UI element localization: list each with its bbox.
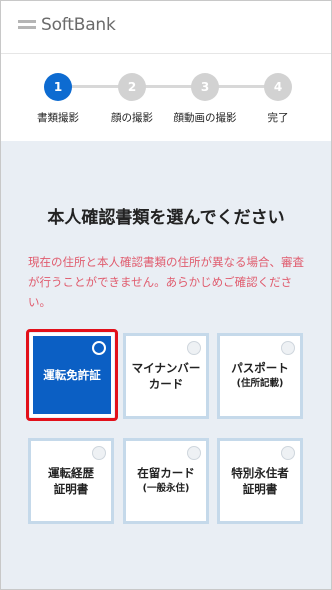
- step-3-circle: 3: [191, 73, 219, 101]
- step-connector: [71, 85, 289, 88]
- step-2-label: 顔の撮影: [111, 112, 153, 124]
- address-notice: 現在の住所と本人確認書類の住所が異なる場合、審査が行うことができません。あらかじ…: [28, 255, 304, 309]
- doc-card-residence-card[interactable]: 在留カード (一般永住): [123, 438, 209, 524]
- step-2-circle: 2: [118, 73, 146, 101]
- radio-icon: [187, 446, 201, 460]
- step-3-label: 顔動画の撮影: [173, 112, 237, 124]
- doc-card-label: 在留カード: [137, 466, 195, 480]
- radio-icon: [92, 446, 106, 460]
- doc-card-label: 運転免許証: [43, 368, 101, 382]
- doc-card-label: パスポート: [231, 361, 289, 375]
- softbank-logo-icon: [18, 19, 36, 31]
- doc-card-label: 運転経歴: [48, 466, 94, 480]
- doc-card-label: 特別永住者: [231, 466, 289, 480]
- radio-icon: [92, 341, 106, 355]
- radio-icon: [281, 341, 295, 355]
- doc-card-label: マイナンバー: [131, 361, 201, 375]
- doc-card-label-line2: 証明書: [53, 482, 89, 496]
- radio-icon: [187, 341, 201, 355]
- doc-card-drivers-license[interactable]: 運転免許証: [30, 333, 114, 417]
- app-frame: SoftBank 1 2 3 4 書類撮影 顔の撮影 顔動画の撮影 完了 本人確…: [0, 0, 332, 590]
- doc-card-my-number-card[interactable]: マイナンバー カード: [123, 333, 209, 419]
- progress-stepper: 1 2 3 4 書類撮影 顔の撮影 顔動画の撮影 完了: [1, 54, 331, 141]
- doc-card-label-line2: 証明書: [242, 482, 278, 496]
- softbank-logo[interactable]: SoftBank: [18, 15, 116, 35]
- step-4-circle: 4: [264, 73, 292, 101]
- doc-card-label-line2: (一般永住): [142, 483, 190, 494]
- radio-icon: [281, 446, 295, 460]
- doc-card-driving-history-cert[interactable]: 運転経歴 証明書: [28, 438, 114, 524]
- doc-card-special-permanent-resident[interactable]: 特別永住者 証明書: [217, 438, 303, 524]
- step-4-label: 完了: [267, 112, 289, 124]
- step-1-circle: 1: [44, 73, 72, 101]
- step-1-label: 書類撮影: [37, 112, 79, 124]
- doc-card-passport[interactable]: パスポート (住所記載): [217, 333, 303, 419]
- page-title: 本人確認書類を選んでください: [47, 208, 285, 228]
- header: SoftBank: [1, 1, 331, 53]
- logo-text: SoftBank: [41, 15, 116, 35]
- doc-card-label-line2: (住所記載): [236, 378, 284, 389]
- doc-card-label-line2: カード: [148, 377, 184, 391]
